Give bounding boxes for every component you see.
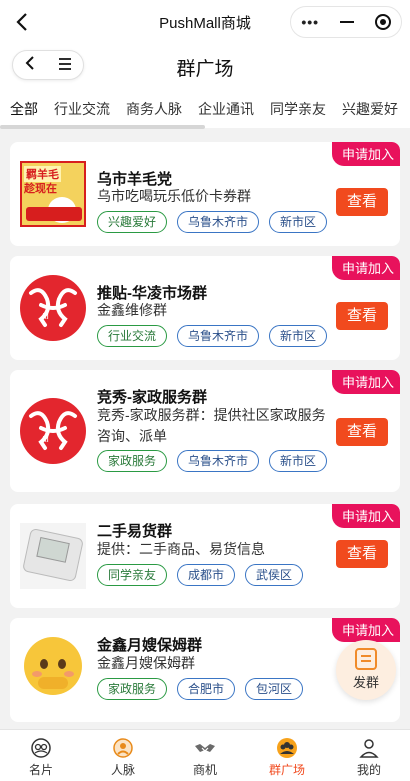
emoji-face-icon <box>24 637 82 695</box>
tabbar-label: 商机 <box>192 763 217 777</box>
category-tag: 家政服务 <box>97 678 168 700</box>
category-tag: 同学亲友 <box>97 564 168 586</box>
emoji-eye <box>58 659 66 669</box>
view-button[interactable]: 查看 <box>336 188 388 216</box>
group-card[interactable]: 申请加入 二手易货群 提供：二手商品、易货信息 同学亲友 成都市 武侯区 查看 <box>10 504 400 608</box>
post-group-label: 发群 <box>352 675 379 690</box>
more-dots-icon[interactable]: ••• <box>301 14 319 30</box>
apply-join-badge[interactable]: 申请加入 <box>331 256 400 280</box>
close-target-icon[interactable] <box>374 14 391 30</box>
district-tag: 武侯区 <box>245 564 304 586</box>
city-tag: 乌鲁木齐市 <box>177 450 260 472</box>
profile-icon <box>359 739 379 758</box>
tabs-scrollbar[interactable] <box>0 125 205 129</box>
back-arrow-icon[interactable] <box>8 8 36 36</box>
bottom-tabbar: 名片 人脉 商机 群广场 我的 <box>0 729 410 781</box>
emoji-cheek <box>32 671 42 677</box>
group-name: 金鑫月嫂保姆群 <box>97 637 203 654</box>
emoji-hands <box>38 677 68 689</box>
group-tags: 兴趣爱好 乌鲁木齐市 新市区 <box>97 211 328 233</box>
tabbar-item-profile[interactable]: 我的 <box>328 730 410 781</box>
view-button[interactable]: 查看 <box>336 540 388 568</box>
group-description: 金鑫维修群 <box>97 302 167 318</box>
group-logo-icon: AI <box>20 275 86 341</box>
mini-program-bar: PushMall商城 ••• <box>0 0 410 44</box>
page-header: 群广场 <box>0 44 410 90</box>
city-tag: 乌鲁木齐市 <box>177 325 260 347</box>
group-card[interactable]: 申请加入 羁羊毛 趁现在 乌市羊毛党 乌市吃喝玩乐低价卡券群 兴趣爱好 乌鲁木齐… <box>10 142 400 246</box>
minimize-icon[interactable] <box>339 21 354 23</box>
group-tags: 家政服务 乌鲁木齐市 新市区 <box>97 450 328 472</box>
view-button[interactable]: 查看 <box>336 302 388 330</box>
device-screen <box>36 537 70 563</box>
page-title: 群广场 <box>176 59 234 80</box>
tabbar-item-network[interactable]: 人脉 <box>82 730 164 781</box>
group-card[interactable]: 申请加入 AI 推贴-华凌市场群 金鑫维修群 行业交流 乌鲁木齐市 新市区 查看 <box>10 256 400 360</box>
tab-all[interactable]: 全部 <box>0 90 46 128</box>
category-tabs: 全部 行业交流 商务人脉 企业通讯 同学亲友 兴趣爱好 <box>0 90 410 128</box>
city-tag: 合肥市 <box>177 678 236 700</box>
view-button[interactable]: 查看 <box>336 418 388 446</box>
group-tags: 家政服务 合肥市 包河区 <box>97 678 304 700</box>
district-tag: 新市区 <box>269 325 328 347</box>
emoji-cheek <box>64 671 74 677</box>
tabbar-item-business[interactable]: 商机 <box>164 730 246 781</box>
district-tag: 新市区 <box>269 211 328 233</box>
group-name: 竞秀-家政服务群 <box>97 389 207 406</box>
group-icon <box>277 738 297 758</box>
tabbar-item-card[interactable]: 名片 <box>0 730 82 781</box>
apply-join-badge[interactable]: 申请加入 <box>331 618 400 642</box>
edit-note-icon <box>355 648 377 670</box>
post-group-button[interactable]: 发群 <box>336 640 396 700</box>
group-description: 提供：二手商品、易货信息 <box>97 541 265 557</box>
emoji-eye <box>40 659 48 669</box>
apply-join-badge[interactable]: 申请加入 <box>331 370 400 394</box>
tabbar-label: 人脉 <box>110 763 135 777</box>
group-description: 乌市吃喝玩乐低价卡券群 <box>97 188 251 204</box>
card-icon <box>31 738 51 758</box>
group-card[interactable]: 申请加入 AI 竞秀-家政服务群 竞秀-家政服务群：提供社区家政服务咨询、派单 … <box>10 370 400 492</box>
apply-join-badge[interactable]: 申请加入 <box>331 142 400 166</box>
tab-hobbies[interactable]: 兴趣爱好 <box>334 90 406 128</box>
tab-enterprise[interactable]: 企业通讯 <box>190 90 262 128</box>
tabbar-item-group-square[interactable]: 群广场 <box>246 730 328 781</box>
tabbar-label: 名片 <box>28 763 53 777</box>
group-tags: 行业交流 乌鲁木齐市 新市区 <box>97 325 328 347</box>
thumbnail-text: 趁现在 <box>24 183 57 195</box>
tabbar-label: 群广场 <box>268 763 305 777</box>
tab-business[interactable]: 商务人脉 <box>118 90 190 128</box>
device-image <box>22 527 84 583</box>
group-description: 金鑫月嫂保姆群 <box>97 655 195 671</box>
category-tag: 兴趣爱好 <box>97 211 168 233</box>
group-tags: 同学亲友 成都市 武侯区 <box>97 564 304 586</box>
group-thumbnail: 羁羊毛 趁现在 <box>20 161 86 227</box>
group-thumbnail <box>20 523 86 589</box>
group-description: 竞秀-家政服务群：提供社区家政服务咨询、派单 <box>97 407 326 444</box>
district-tag: 包河区 <box>245 678 304 700</box>
network-icon <box>113 738 133 758</box>
tab-industry[interactable]: 行业交流 <box>46 90 118 128</box>
tabbar-label: 我的 <box>356 763 381 777</box>
svg-text:AI: AI <box>41 312 49 321</box>
city-tag: 成都市 <box>177 564 236 586</box>
svg-text:AI: AI <box>41 435 49 444</box>
district-tag: 新市区 <box>269 450 328 472</box>
apply-join-badge[interactable]: 申请加入 <box>331 504 400 528</box>
tab-classmates[interactable]: 同学亲友 <box>262 90 334 128</box>
category-tag: 行业交流 <box>97 325 168 347</box>
category-tag: 家政服务 <box>97 450 168 472</box>
thumbnail-banner <box>26 207 82 221</box>
group-logo-icon: AI <box>20 398 86 464</box>
capsule-menu: ••• <box>290 6 402 38</box>
handshake-icon <box>195 744 215 752</box>
group-name: 二手易货群 <box>97 523 173 540</box>
city-tag: 乌鲁木齐市 <box>177 211 260 233</box>
